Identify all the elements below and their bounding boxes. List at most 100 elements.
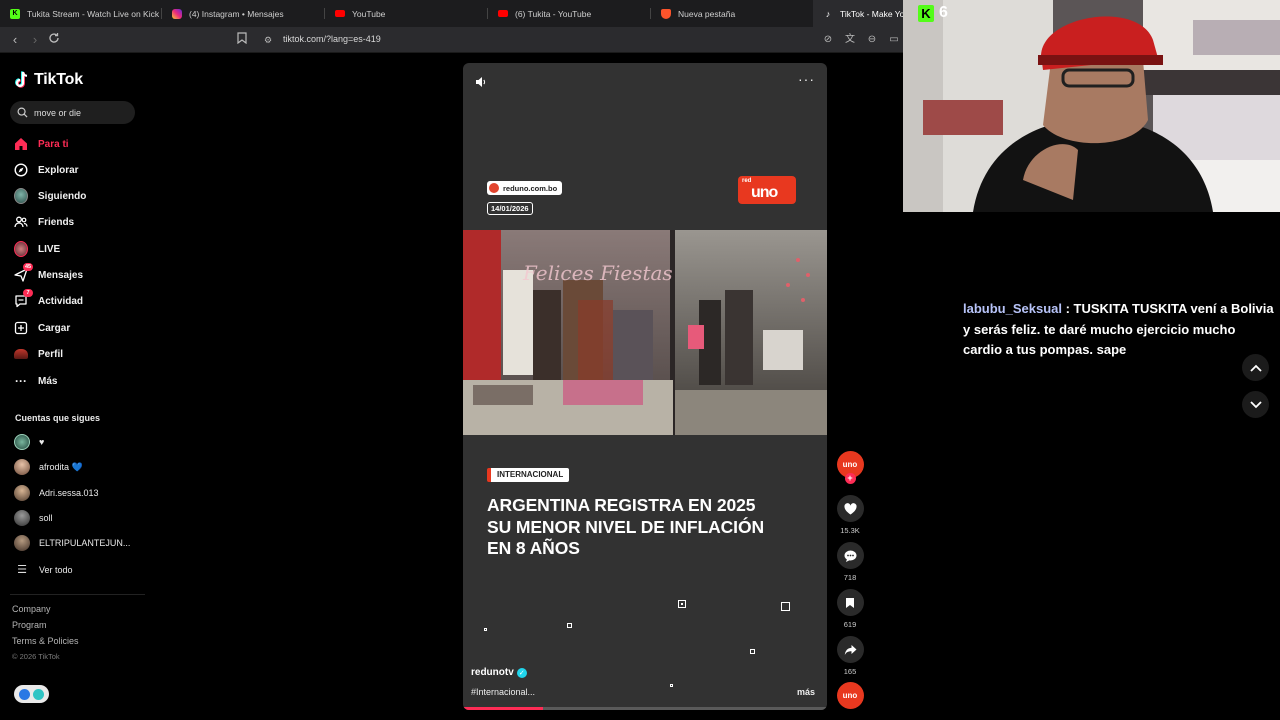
sparkle-decoration	[750, 649, 755, 654]
tab-kick[interactable]: K Tukita Stream - Watch Live on Kick	[0, 0, 162, 27]
nav-mensajes[interactable]: 45 Mensajes	[14, 263, 83, 284]
chevron-down-icon[interactable]	[1242, 391, 1269, 418]
music-disc[interactable]: uno	[836, 682, 864, 709]
news-headline: ARGENTINA REGISTRA EN 2025 SU MENOR NIVE…	[487, 495, 764, 558]
video-caption[interactable]: #Internacional...	[471, 687, 535, 697]
source-text: reduno.com.bo	[503, 183, 558, 193]
power-icon	[33, 688, 45, 700]
tiktok-logo[interactable]: TikTok	[14, 71, 83, 89]
following-account[interactable]: ELTRIPULANTEJUN...	[14, 534, 130, 552]
viewer-count: 6	[939, 4, 948, 21]
profile-icon	[14, 347, 28, 361]
footer-terms-link[interactable]: Terms & Policies	[12, 636, 79, 646]
url-field[interactable]: tiktok.com/?lang=es-419	[283, 34, 381, 44]
nav-label: Cargar	[38, 322, 71, 334]
home-icon	[14, 137, 28, 151]
bookmark-icon[interactable]	[836, 589, 864, 616]
video-progress-bar[interactable]	[463, 707, 827, 710]
chat-message: labubu_Seksual : TUSKITA TUSKITA vení a …	[963, 299, 1275, 361]
following-section-title: Cuentas que sigues	[15, 413, 101, 423]
more-options-icon[interactable]: ···	[798, 71, 815, 87]
zoom-icon[interactable]: ⊖	[865, 33, 879, 47]
following-icon	[14, 188, 28, 204]
share-icon[interactable]	[836, 636, 864, 663]
divider	[10, 594, 145, 595]
chevron-up-icon[interactable]	[1242, 354, 1269, 381]
tab-title: (4) Instagram • Mensajes	[189, 8, 284, 19]
following-account[interactable]: Adri.sessa.013	[14, 484, 99, 502]
following-account[interactable]: afrodita 💙	[14, 458, 83, 476]
cast-icon[interactable]: ▭	[887, 33, 901, 47]
sparkle-decoration	[484, 628, 487, 631]
back-icon[interactable]: ‹	[7, 32, 23, 48]
caption-more-button[interactable]: más	[797, 687, 815, 697]
nav-explorar[interactable]: Explorar	[14, 161, 79, 179]
see-all-link[interactable]: ☰ Ver todo	[14, 561, 72, 579]
author-name: redunotv	[471, 667, 514, 678]
avatar	[14, 459, 30, 475]
share-action[interactable]: 165	[836, 636, 864, 676]
tab-youtube[interactable]: YouTube	[325, 0, 488, 27]
get-app-button[interactable]	[14, 685, 49, 703]
forward-icon[interactable]: ›	[27, 32, 43, 48]
footer-company-link[interactable]: Company	[12, 604, 51, 614]
avatar	[14, 434, 30, 450]
follow-plus-icon[interactable]: +	[844, 473, 856, 484]
nav-siguiendo[interactable]: Siguiendo	[14, 187, 86, 205]
save-action[interactable]: 619	[836, 589, 864, 629]
nav-friends[interactable]: Friends	[14, 213, 74, 231]
save-count: 619	[843, 620, 857, 629]
like-count: 15.3K	[840, 526, 860, 535]
globe-icon	[489, 183, 499, 193]
creator-avatar-image: uno +	[836, 451, 864, 484]
activity-icon: 7	[14, 289, 33, 308]
tracking-icon[interactable]: ⊘	[821, 33, 835, 47]
like-action[interactable]: 15.3K	[836, 495, 864, 535]
comment-icon[interactable]	[836, 542, 864, 569]
activity-badge: 7	[23, 289, 33, 297]
account-name: afrodita 💙	[39, 461, 83, 472]
heart-icon[interactable]	[836, 495, 864, 522]
tab-youtube-tukita[interactable]: (6) Tukita - YouTube	[488, 0, 651, 27]
news-photo: Felices Fiestas	[463, 230, 827, 435]
footer-program-link[interactable]: Program	[12, 620, 47, 630]
translate-icon[interactable]: 文	[843, 33, 857, 47]
nav-label: LIVE	[38, 243, 61, 255]
bookmark-icon[interactable]	[234, 32, 250, 48]
nav-perfil[interactable]: Perfil	[14, 345, 63, 363]
nav-mas[interactable]: ··· Más	[14, 372, 57, 390]
nav-cargar[interactable]: Cargar	[14, 319, 70, 337]
tab-tiktok[interactable]: ♪ TikTok - Make You	[813, 0, 903, 27]
comment-action[interactable]: 718	[836, 542, 864, 582]
site-settings-icon[interactable]: ⚙	[260, 32, 276, 48]
tab-new[interactable]: Nueva pestaña	[651, 0, 813, 27]
search-input[interactable]	[34, 107, 124, 118]
nav-label: Friends	[38, 216, 75, 228]
music-label: uno	[842, 691, 858, 700]
stream-chat: labubu_Seksual : TUSKITA TUSKITA vení a …	[903, 212, 1280, 720]
nav-live[interactable]: LIVE	[14, 240, 60, 258]
video-author[interactable]: redunotv ✓	[471, 667, 527, 678]
volume-icon[interactable]	[475, 75, 487, 93]
share-count: 165	[843, 667, 857, 676]
reload-icon[interactable]	[46, 32, 62, 48]
browser-tab-strip: K Tukita Stream - Watch Live on Kick (4)…	[0, 0, 903, 27]
avatar	[14, 510, 30, 526]
account-name: soll	[39, 513, 53, 523]
creator-avatar[interactable]: uno +	[836, 451, 864, 484]
nav-para-ti[interactable]: Para ti	[14, 135, 69, 153]
following-account[interactable]: soll	[14, 509, 53, 527]
list-icon: ☰	[17, 564, 27, 576]
search-box[interactable]	[10, 101, 135, 124]
account-name: ♥	[39, 437, 45, 447]
sparkle-decoration	[567, 623, 572, 628]
nav-actividad[interactable]: 7 Actividad	[14, 289, 83, 310]
address-bar: ‹ › ⚙ tiktok.com/?lang=es-419 ⊘ 文 ⊖ ▭	[0, 27, 903, 53]
following-account[interactable]: ♥	[14, 433, 44, 451]
tab-instagram[interactable]: (4) Instagram • Mensajes	[162, 0, 325, 27]
sparkle-decoration	[781, 602, 790, 611]
music-disc-icon: uno	[836, 682, 864, 709]
logo-text: TikTok	[34, 71, 83, 88]
messages-badge: 45	[23, 263, 33, 271]
video-player[interactable]: ··· reduno.com.bo 14/01/2026 red uno Fel…	[463, 63, 827, 710]
